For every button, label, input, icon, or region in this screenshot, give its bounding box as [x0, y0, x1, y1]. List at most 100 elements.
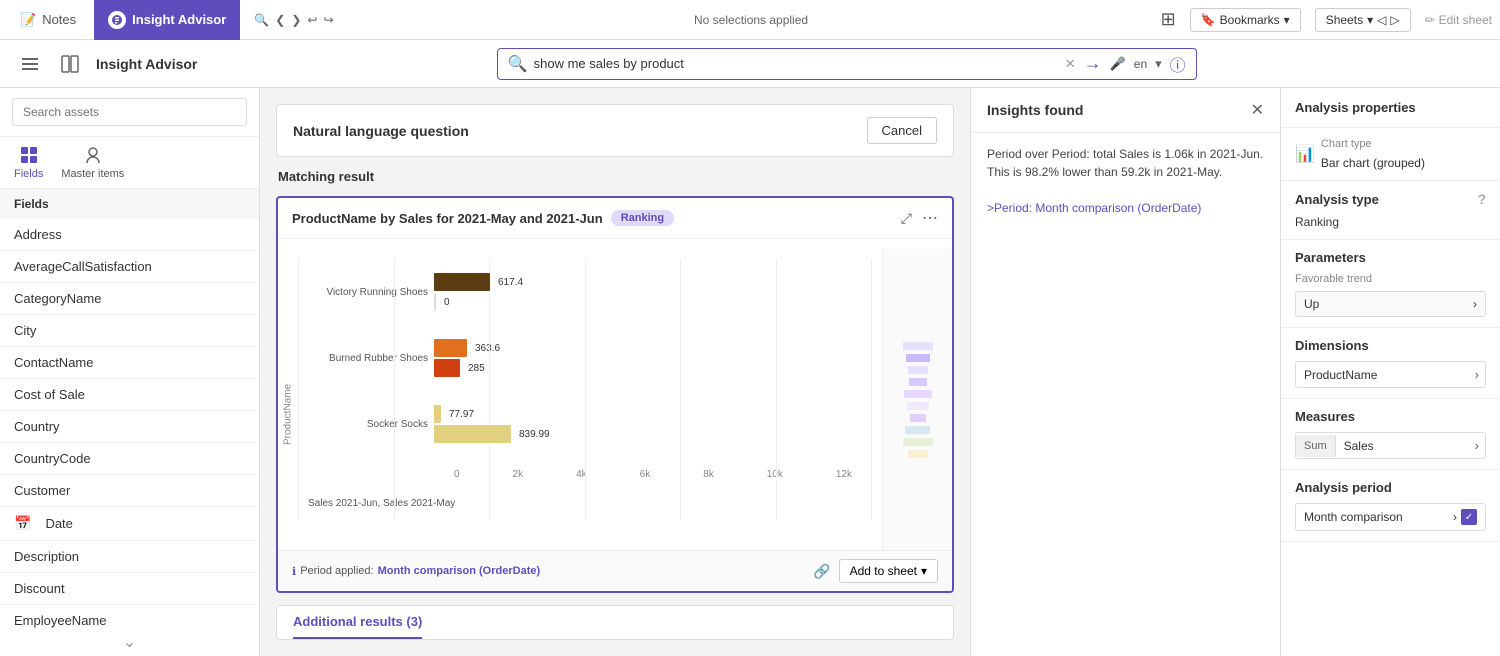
sidebar-item-date[interactable]: 📅 Date: [0, 507, 259, 541]
nlq-cancel-button[interactable]: Cancel: [867, 117, 937, 144]
panel-toggle[interactable]: [56, 50, 84, 78]
bookmarks-button[interactable]: 🔖 Bookmarks ▾: [1190, 8, 1301, 32]
chart-type-label: Chart type: [1321, 138, 1425, 150]
sidebar-item-contactname[interactable]: ContactName: [0, 347, 259, 379]
search-box[interactable]: 🔍 ✕ → 🎤 en ▾ ⓘ: [497, 48, 1197, 80]
insights-link[interactable]: >Period: Month comparison (OrderDate): [987, 201, 1201, 215]
info-circle-icon: ℹ: [292, 565, 296, 578]
insight-advisor-label: Insight Advisor: [132, 12, 226, 27]
bar-1a: [434, 273, 490, 291]
sidebar-item-averagecall[interactable]: AverageCallSatisfaction: [0, 251, 259, 283]
dimensions-title: Dimensions: [1295, 338, 1369, 353]
analysis-period-row[interactable]: Month comparison › ✓: [1295, 503, 1486, 531]
period-name: Month comparison (OrderDate): [378, 565, 541, 577]
sidebar-item-description-label: Description: [14, 549, 79, 564]
sidebar-item-master[interactable]: Master items: [61, 145, 124, 180]
dimension-value: ProductName: [1296, 363, 1469, 387]
lang-chevron-icon[interactable]: ▾: [1155, 56, 1162, 72]
undo-icon[interactable]: ↩: [307, 13, 317, 27]
expand-icon[interactable]: ⤢: [901, 210, 912, 227]
sidebar-toggle[interactable]: [16, 50, 44, 78]
sidebar-item-customer[interactable]: Customer: [0, 475, 259, 507]
measure-value: Sales: [1336, 434, 1469, 458]
bar-value-3b: 839.99: [519, 429, 550, 440]
parameters-title: Parameters: [1295, 250, 1366, 265]
chart-title-text: ProductName by Sales for 2021-May and 20…: [292, 211, 603, 226]
lang-label[interactable]: en: [1134, 57, 1147, 71]
favorable-trend-label: Favorable trend: [1295, 273, 1486, 285]
sidebar-item-categoryname-label: CategoryName: [14, 291, 101, 306]
bars-group-3: 77.97 839.99: [434, 405, 550, 443]
sidebar-item-address[interactable]: Address: [0, 219, 259, 251]
additional-results-tab[interactable]: Additional results (3): [293, 606, 422, 639]
sidebar-item-averagecall-label: AverageCallSatisfaction: [14, 259, 152, 274]
link-icon[interactable]: 🔗: [813, 563, 830, 580]
insights-panel: Insights found ✕ Period over Period: tot…: [970, 88, 1280, 656]
edit-sheet-button[interactable]: ✏ Edit sheet: [1425, 13, 1492, 27]
insight-advisor-tab[interactable]: Insight Advisor: [94, 0, 240, 40]
clear-search-icon[interactable]: ✕: [1065, 56, 1076, 72]
topbar: 📝 Notes Insight Advisor 🔍 ❮ ❯ ↩ ↪ No sel…: [0, 0, 1500, 40]
magnify-icon: 🔍: [254, 13, 269, 27]
close-insights-icon[interactable]: ✕: [1251, 100, 1264, 120]
redo-icon[interactable]: ↪: [323, 13, 333, 27]
dimension-row[interactable]: ProductName ›: [1295, 361, 1486, 388]
sidebar-item-description[interactable]: Description: [0, 541, 259, 573]
chart-type-value-area: 📊 Chart type Bar chart (grouped): [1295, 138, 1486, 170]
measure-row[interactable]: Sum Sales ›: [1295, 432, 1486, 459]
bar-value-1a: 617.4: [498, 277, 523, 288]
grid-icon[interactable]: ⊞: [1161, 9, 1176, 30]
x-tick-12k: 12k: [836, 469, 852, 480]
sheets-right-icon: ▷: [1390, 13, 1399, 27]
sidebar-item-city[interactable]: City: [0, 315, 259, 347]
bar-value-2b: 285: [468, 363, 485, 374]
chart-type-section: 📊 Chart type Bar chart (grouped): [1281, 128, 1500, 181]
fields-label: Fields: [14, 168, 43, 180]
sidebar-item-employeename-label: EmployeeName: [14, 613, 107, 628]
sidebar-search-input[interactable]: [12, 98, 247, 126]
right-panel: Analysis properties 📊 Chart type Bar cha…: [1280, 88, 1500, 656]
measures-header: Measures: [1295, 409, 1486, 424]
analysis-period-checkbox[interactable]: ✓: [1461, 509, 1477, 525]
back-icon[interactable]: ❮: [275, 13, 285, 27]
sheets-button[interactable]: Sheets ▾ ◁ ▷: [1315, 8, 1411, 32]
help-icon[interactable]: ?: [1477, 191, 1486, 207]
more-options-icon[interactable]: ⋯: [922, 208, 938, 228]
sidebar-item-categoryname[interactable]: CategoryName: [0, 283, 259, 315]
favorable-trend-value: Up: [1304, 297, 1319, 311]
notes-tab[interactable]: 📝 Notes: [8, 0, 88, 40]
chart-title-area: ProductName by Sales for 2021-May and 20…: [292, 210, 674, 226]
sidebar-item-fields[interactable]: Fields: [14, 145, 43, 180]
analysis-properties-title: Analysis properties: [1281, 88, 1500, 128]
left-panel: Fields Master items Fields Address Avera…: [0, 88, 260, 656]
sidebar-item-discount[interactable]: Discount: [0, 573, 259, 605]
sidebar-item-costofsale[interactable]: Cost of Sale: [0, 379, 259, 411]
info-icon[interactable]: ⓘ: [1170, 52, 1186, 76]
search-icon: 🔍: [508, 54, 528, 74]
nlq-title: Natural language question: [293, 123, 469, 139]
sidebar-item-employeename[interactable]: EmployeeName: [0, 605, 259, 628]
sidebar-item-customer-label: Customer: [14, 483, 70, 498]
analysis-period-value: Month comparison: [1304, 510, 1403, 524]
search-input[interactable]: [534, 56, 1059, 71]
insight-logo-icon: [108, 11, 126, 29]
main-layout: Fields Master items Fields Address Avera…: [0, 88, 1500, 656]
period-info: ℹ Period applied: Month comparison (Orde…: [292, 565, 540, 578]
sidebar-item-countrycode-label: CountryCode: [14, 451, 91, 466]
scroll-indicator: ⌄: [0, 628, 259, 656]
parameters-section: Parameters Favorable trend Up ›: [1281, 240, 1500, 328]
microphone-icon[interactable]: 🎤: [1110, 56, 1126, 72]
bars-group-1: 617.4 0: [434, 273, 523, 311]
bar-label-3: Socker Socks: [298, 419, 428, 430]
submit-search-icon[interactable]: →: [1084, 53, 1102, 74]
bookmarks-label: Bookmarks: [1220, 13, 1280, 27]
favorable-trend-dropdown[interactable]: Up ›: [1295, 291, 1486, 317]
sidebar-search-area: [0, 88, 259, 137]
edit-sheet-label: Edit sheet: [1439, 13, 1492, 27]
sidebar-section-header: Fields: [0, 189, 259, 219]
chart-header-actions: ⤢ ⋯: [901, 208, 938, 228]
forward-icon[interactable]: ❯: [291, 13, 301, 27]
sidebar-item-countrycode[interactable]: CountryCode: [0, 443, 259, 475]
add-to-sheet-button[interactable]: Add to sheet ▾: [839, 559, 938, 583]
sidebar-item-country[interactable]: Country: [0, 411, 259, 443]
